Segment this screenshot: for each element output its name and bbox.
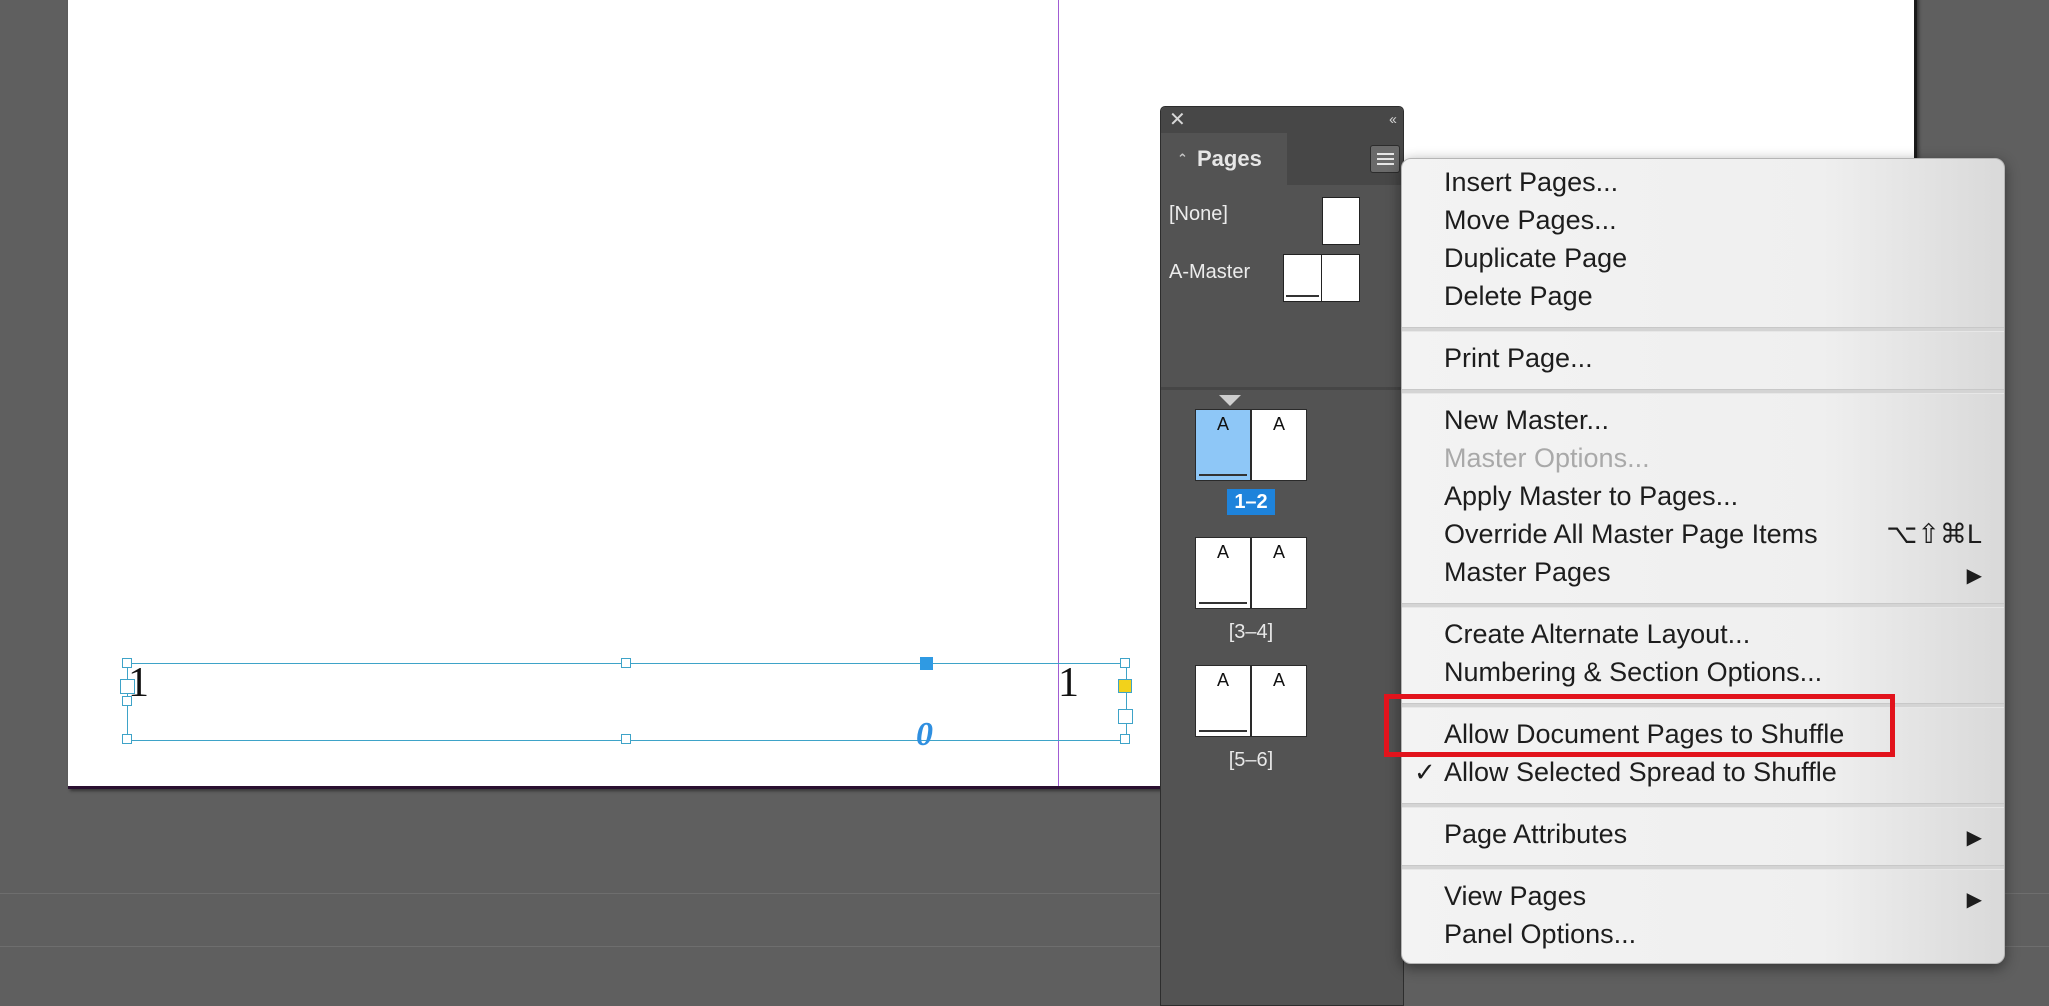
- menu-separator: [1402, 389, 2004, 394]
- menu-item-allow-selected-spread-shuffle[interactable]: Allow Selected Spread to Shuffle: [1444, 757, 1837, 788]
- menu-separator: [1402, 803, 2004, 808]
- page-master-letter: A: [1272, 670, 1285, 690]
- checkmark-icon: ✓: [1414, 757, 1436, 787]
- menu-item-page-attributes[interactable]: Page Attributes: [1444, 819, 1627, 850]
- spread-label-text: 1–2: [1227, 489, 1275, 515]
- master-none-thumbnail[interactable]: [1322, 197, 1360, 245]
- menu-item-master-options: Master Options...: [1444, 443, 1650, 473]
- panel-menu-button[interactable]: [1370, 145, 1400, 173]
- active-spread-caret-icon: [1219, 395, 1241, 406]
- page-thumbnail[interactable]: A: [1251, 665, 1307, 737]
- spread-thumbnail-5-6[interactable]: A A: [1195, 665, 1307, 737]
- menu-item-delete-page[interactable]: Delete Page: [1444, 281, 1593, 312]
- tab-pages-label: Pages: [1197, 146, 1262, 171]
- menu-separator: [1402, 603, 2004, 608]
- frame-handle-bottom-left[interactable]: [122, 734, 132, 744]
- page-master-letter: A: [1272, 414, 1285, 434]
- page-thumbnail[interactable]: A: [1251, 409, 1307, 481]
- collapse-icon[interactable]: ‹‹: [1389, 107, 1397, 133]
- submenu-arrow-icon: ▶: [1966, 889, 1982, 911]
- tab-reorder-icon: ⌃: [1177, 151, 1188, 166]
- frame-handle-bottom-mid[interactable]: [621, 734, 631, 744]
- master-a-thumbnail-right[interactable]: [1321, 254, 1360, 302]
- page-number-right: 1: [1058, 660, 1079, 706]
- master-none-label[interactable]: [None]: [1169, 203, 1228, 226]
- menu-separator: [1402, 865, 2004, 870]
- override-all-shortcut: ⌥⇧⌘L: [1886, 519, 1982, 549]
- frame-handle-top-anchor[interactable]: [920, 657, 933, 670]
- panel-title-bar[interactable]: ✕ ‹‹: [1161, 107, 1403, 133]
- frame-handle-top-right[interactable]: [1120, 658, 1130, 668]
- pages-panel: ✕ ‹‹ ⌃ Pages [None] A-Master A A 1–2 A A…: [1160, 106, 1404, 1006]
- panel-section-divider[interactable]: [1161, 387, 1403, 390]
- menu-separator: [1402, 327, 2004, 332]
- footer-text-frame[interactable]: [127, 663, 1127, 741]
- pages-panel-menu: Insert Pages... Move Pages... Duplicate …: [1401, 158, 2005, 964]
- page-number-left: 1: [128, 660, 149, 706]
- frame-out-port[interactable]: [1118, 679, 1132, 693]
- spread-thumbnail-3-4[interactable]: A A: [1195, 537, 1307, 609]
- menu-item-view-pages[interactable]: View Pages: [1444, 881, 1586, 912]
- menu-item-apply-master[interactable]: Apply Master to Pages...: [1444, 481, 1738, 512]
- menu-item-create-alternate-layout[interactable]: Create Alternate Layout...: [1444, 619, 1750, 650]
- frame-handle-bottom-right[interactable]: [1120, 734, 1130, 744]
- frame-handle-right-mid[interactable]: [1118, 709, 1133, 724]
- menu-item-insert-pages[interactable]: Insert Pages...: [1444, 167, 1618, 198]
- menu-item-new-master[interactable]: New Master...: [1444, 405, 1609, 436]
- spread-label-1-2[interactable]: 1–2: [1195, 489, 1307, 515]
- close-icon[interactable]: ✕: [1169, 107, 1186, 133]
- text-flow-indicator: 0: [916, 716, 933, 753]
- menu-item-duplicate-page[interactable]: Duplicate Page: [1444, 243, 1627, 274]
- submenu-arrow-icon: ▶: [1966, 565, 1982, 587]
- tab-pages[interactable]: ⌃ Pages: [1161, 133, 1287, 185]
- spread-label-3-4[interactable]: [3–4]: [1195, 621, 1307, 644]
- page-master-letter: A: [1216, 414, 1229, 434]
- menu-item-print-page[interactable]: Print Page...: [1444, 343, 1593, 374]
- page-master-letter: A: [1216, 542, 1229, 562]
- page-master-letter: A: [1216, 670, 1229, 690]
- menu-item-master-pages[interactable]: Master Pages: [1444, 557, 1611, 588]
- menu-item-override-all[interactable]: Override All Master Page Items: [1444, 519, 1818, 550]
- master-a-thumbnail-left[interactable]: [1283, 254, 1322, 302]
- menu-item-numbering-section-options[interactable]: Numbering & Section Options...: [1444, 657, 1822, 688]
- spread-thumbnail-1-2[interactable]: A A: [1195, 409, 1307, 481]
- frame-handle-top-mid[interactable]: [621, 658, 631, 668]
- menu-item-move-pages[interactable]: Move Pages...: [1444, 205, 1617, 236]
- page-thumbnail[interactable]: A: [1195, 409, 1251, 481]
- submenu-arrow-icon: ▶: [1966, 827, 1982, 849]
- page-thumbnail[interactable]: A: [1195, 537, 1251, 609]
- menu-item-panel-options[interactable]: Panel Options...: [1444, 919, 1636, 950]
- spread-label-5-6[interactable]: [5–6]: [1195, 749, 1307, 772]
- annotation-highlight-box: [1384, 694, 1895, 757]
- panel-tab-row: ⌃ Pages: [1161, 133, 1403, 185]
- master-a-label[interactable]: A-Master: [1169, 261, 1250, 284]
- page-thumbnail[interactable]: A: [1195, 665, 1251, 737]
- page-master-letter: A: [1272, 542, 1285, 562]
- page-thumbnail[interactable]: A: [1251, 537, 1307, 609]
